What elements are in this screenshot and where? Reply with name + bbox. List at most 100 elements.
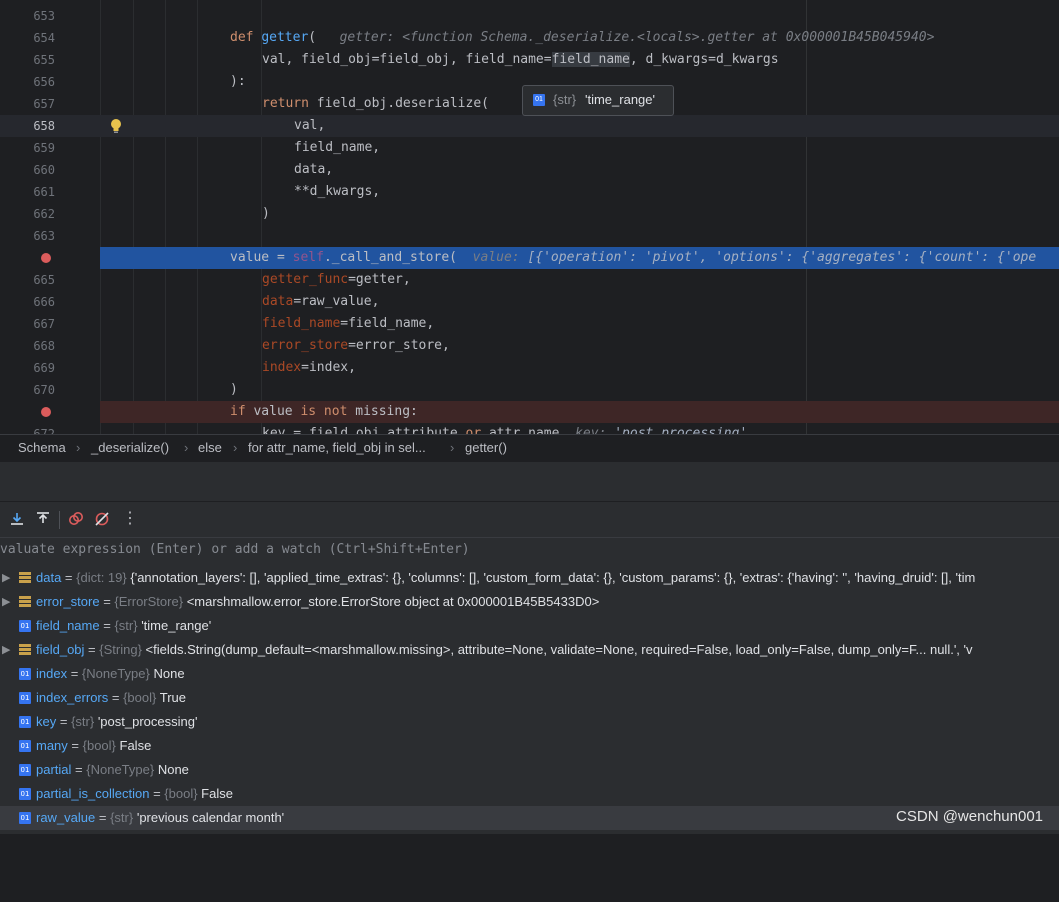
code-line-breakpoint[interactable]: if value is not missing: xyxy=(0,401,1059,423)
breakpoint-icon[interactable] xyxy=(41,407,51,417)
code-text: field_name=field_name, xyxy=(262,316,435,331)
line-number: 663 xyxy=(33,229,55,243)
primitive-type-icon: 01 xyxy=(19,788,31,800)
code-line[interactable]: 670 ) xyxy=(0,379,1059,401)
line-number: 658 xyxy=(33,119,55,133)
variable-row[interactable]: 01 many = {bool} False xyxy=(0,734,1059,758)
inline-debug-label: value: xyxy=(472,250,528,265)
object-icon xyxy=(19,644,31,656)
code-line[interactable]: 653 xyxy=(0,5,1059,27)
line-number: 655 xyxy=(33,53,55,67)
variable-row[interactable]: 01 field_name = {str} 'time_range' xyxy=(0,614,1059,638)
object-icon xyxy=(19,596,31,608)
code-line[interactable]: 660 data, xyxy=(0,159,1059,181)
code-text: value = self._call_and_store( value: [{'… xyxy=(230,250,1037,265)
mute-breakpoints-icon[interactable] xyxy=(94,511,110,527)
debugger-toolbar: ⋮ xyxy=(0,501,1059,538)
view-breakpoints-icon[interactable] xyxy=(68,511,84,527)
code-text: ) xyxy=(230,382,238,397)
breadcrumb: Schema › _deserialize() › else › for att… xyxy=(0,434,1059,461)
eval-placeholder: valuate expression (Enter) or add a watc… xyxy=(0,542,470,557)
chevron-right-icon: › xyxy=(233,440,238,455)
code-text: data, xyxy=(294,162,334,177)
variable-row[interactable]: 01 index_errors = {bool} True xyxy=(0,686,1059,710)
toolbar-separator xyxy=(59,511,60,529)
code-line[interactable]: 659 field_name, xyxy=(0,137,1059,159)
line-number: 665 xyxy=(33,273,55,287)
code-text: val, xyxy=(294,118,326,133)
code-text: return field_obj.deserialize( xyxy=(262,96,489,111)
line-number: 672 xyxy=(33,427,55,434)
chevron-right-icon: › xyxy=(184,440,189,455)
debugger-header xyxy=(0,461,1059,502)
variable-row[interactable]: 01 partial_is_collection = {bool} False xyxy=(0,782,1059,806)
breadcrumb-item[interactable]: getter() xyxy=(465,435,507,461)
variable-row[interactable]: 01 index = {NoneType} None xyxy=(0,662,1059,686)
line-number: 662 xyxy=(33,207,55,221)
code-line[interactable]: 667 field_name=field_name, xyxy=(0,313,1059,335)
variables-tree: ▶ data = {dict: 19} {'annotation_layers'… xyxy=(0,566,1059,834)
code-line[interactable]: 665 getter_func=getter, xyxy=(0,269,1059,291)
more-options-icon[interactable]: ⋮ xyxy=(122,508,138,528)
code-text: ) xyxy=(262,206,270,221)
code-line[interactable]: 662 ) xyxy=(0,203,1059,225)
code-line-execution-point[interactable]: value = self._call_and_store( value: [{'… xyxy=(0,247,1059,269)
code-text: data=raw_value, xyxy=(262,294,380,309)
line-number: 670 xyxy=(33,383,55,397)
line-number: 669 xyxy=(33,361,55,375)
code-text: key = field_obj.attribute or attr_name k… xyxy=(262,426,748,434)
primitive-type-icon: 01 xyxy=(19,716,31,728)
primitive-type-icon: 01 xyxy=(19,692,31,704)
code-line[interactable]: 666 data=raw_value, xyxy=(0,291,1059,313)
line-number: 656 xyxy=(33,75,55,89)
variable-row[interactable]: 01 key = {str} 'post_processing' xyxy=(0,710,1059,734)
breadcrumb-item[interactable]: else xyxy=(198,435,222,461)
breadcrumb-item[interactable]: _deserialize() xyxy=(91,435,169,461)
code-line[interactable]: 669 index=index, xyxy=(0,357,1059,379)
line-number: 654 xyxy=(33,31,55,45)
code-text: error_store=error_store, xyxy=(262,338,450,353)
line-number: 666 xyxy=(33,295,55,309)
variable-row[interactable]: ▶ field_obj = {String} <fields.String(du… xyxy=(0,638,1059,662)
inline-debug-value: getter: <function Schema._deserialize.<l… xyxy=(339,30,935,45)
code-text: getter_func=getter, xyxy=(262,272,411,287)
breadcrumb-item[interactable]: for attr_name, field_obj in sel... xyxy=(248,435,426,461)
code-line[interactable]: 663 xyxy=(0,225,1059,247)
line-number: 661 xyxy=(33,185,55,199)
expand-arrow-icon[interactable]: ▶ xyxy=(2,566,10,590)
code-line[interactable]: 661 **d_kwargs, xyxy=(0,181,1059,203)
chevron-right-icon: › xyxy=(76,440,81,455)
code-line[interactable]: 654 def getter( getter: <function Schema… xyxy=(0,27,1059,49)
variable-row[interactable]: ▶ data = {dict: 19} {'annotation_layers'… xyxy=(0,566,1059,590)
code-text: def getter( getter: <function Schema._de… xyxy=(230,30,935,45)
code-line-current[interactable]: 658 val, xyxy=(0,115,1059,137)
upload-icon[interactable] xyxy=(35,511,51,527)
expand-arrow-icon[interactable]: ▶ xyxy=(2,638,10,662)
code-line[interactable]: 668 error_store=error_store, xyxy=(0,335,1059,357)
breadcrumb-item[interactable]: Schema xyxy=(18,435,66,461)
download-icon[interactable] xyxy=(9,511,25,527)
expand-arrow-icon[interactable]: ▶ xyxy=(2,590,10,614)
line-number: 659 xyxy=(33,141,55,155)
value-tooltip: 01 {str} 'time_range' xyxy=(522,85,674,116)
code-line[interactable]: 672 key = field_obj.attribute or attr_na… xyxy=(0,423,1059,434)
code-text: field_name, xyxy=(294,140,381,155)
inline-debug-value: [{'operation': 'pivot', 'options': {'agg… xyxy=(527,250,1037,265)
primitive-type-icon: 01 xyxy=(19,812,31,824)
code-line[interactable]: 655 val, field_obj=field_obj, field_name… xyxy=(0,49,1059,71)
tooltip-type: {str} xyxy=(553,92,577,107)
primitive-type-icon: 01 xyxy=(19,668,31,680)
code-editor[interactable]: 653 654 def getter( getter: <function Sc… xyxy=(0,0,1059,434)
primitive-type-icon: 01 xyxy=(19,764,31,776)
code-text: val, field_obj=field_obj, field_name=fie… xyxy=(262,52,779,67)
evaluate-expression-field[interactable]: valuate expression (Enter) or add a watc… xyxy=(0,537,1059,567)
chevron-right-icon: › xyxy=(450,440,455,455)
variable-row[interactable]: ▶ error_store = {ErrorStore} <marshmallo… xyxy=(0,590,1059,614)
line-number: 667 xyxy=(33,317,55,331)
dict-icon xyxy=(19,572,31,584)
highlighted-identifier: field_name xyxy=(551,52,630,67)
lightbulb-icon[interactable] xyxy=(109,118,123,134)
variable-row[interactable]: 01 partial = {NoneType} None xyxy=(0,758,1059,782)
tooltip-value: 'time_range' xyxy=(585,92,656,107)
breakpoint-icon[interactable] xyxy=(41,253,51,263)
